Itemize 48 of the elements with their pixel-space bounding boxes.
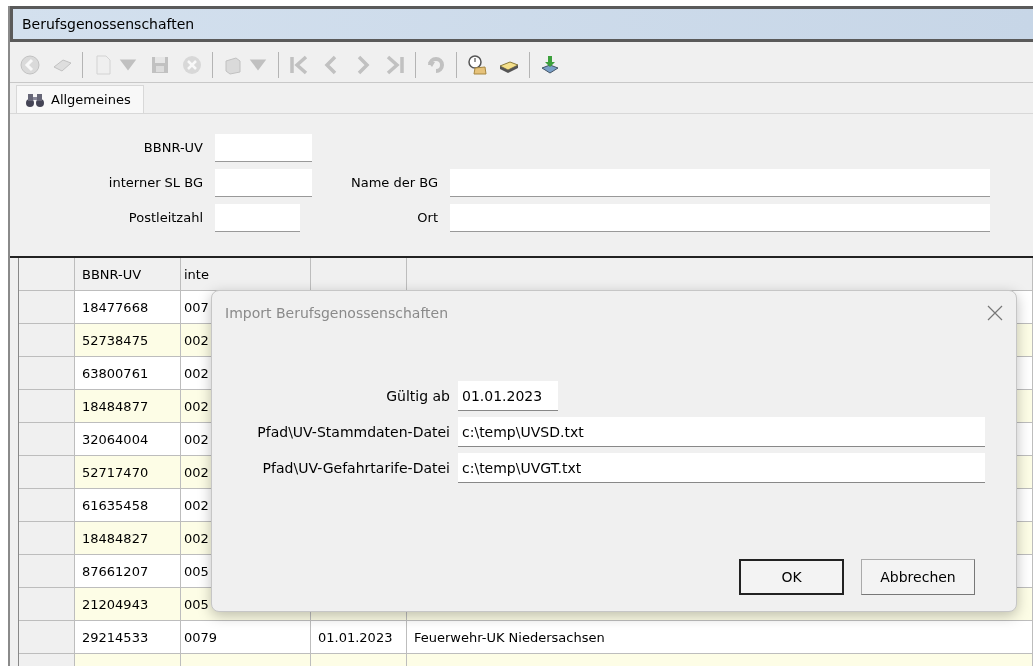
last-record-icon bbox=[384, 54, 406, 76]
row-header[interactable] bbox=[19, 555, 75, 588]
row-header[interactable] bbox=[19, 357, 75, 390]
input-field[interactable] bbox=[215, 133, 312, 162]
stopwatch-icon bbox=[466, 54, 488, 76]
field-label: Name der BG bbox=[350, 175, 439, 190]
corner-header bbox=[19, 258, 75, 291]
download-tray-icon bbox=[539, 54, 561, 76]
row-header[interactable] bbox=[19, 588, 75, 621]
printer-icon bbox=[222, 54, 244, 76]
ok-button[interactable]: OK bbox=[739, 559, 844, 595]
input-field[interactable] bbox=[450, 168, 990, 197]
row-header[interactable] bbox=[19, 522, 75, 555]
column-header[interactable] bbox=[407, 258, 1033, 291]
input-field[interactable]: c:\temp\UVGT.txt bbox=[458, 453, 985, 483]
row-header[interactable] bbox=[19, 291, 75, 324]
tab[interactable]: Allgemeines bbox=[16, 85, 144, 113]
table-cell: 52717470 bbox=[75, 456, 181, 489]
row-header[interactable] bbox=[19, 423, 75, 456]
cancel-icon bbox=[181, 54, 203, 76]
table-cell: 18484827 bbox=[75, 522, 181, 555]
row-header[interactable] bbox=[19, 489, 75, 522]
field-label: interner SL BG bbox=[107, 175, 204, 190]
binoculars-icon bbox=[25, 91, 45, 108]
field-label: Postleitzahl bbox=[127, 210, 204, 225]
table-cell: 18484877 bbox=[75, 390, 181, 423]
refresh-icon bbox=[425, 54, 447, 76]
field-label: Ort bbox=[416, 210, 439, 225]
column-header[interactable] bbox=[311, 258, 407, 291]
input-field[interactable] bbox=[215, 168, 312, 197]
column-header[interactable]: BBNR-UV bbox=[75, 258, 181, 291]
table-cell: 21204943 bbox=[75, 588, 181, 621]
column-header[interactable]: inte bbox=[181, 258, 311, 291]
first-record-icon bbox=[288, 54, 310, 76]
row-header[interactable] bbox=[19, 390, 75, 423]
row-header[interactable] bbox=[19, 621, 75, 654]
row-header[interactable] bbox=[19, 324, 75, 357]
input-field[interactable]: c:\temp\UVSD.txt bbox=[458, 417, 985, 447]
window-title: Berufsgenossenschaften bbox=[10, 6, 1033, 42]
table-cell: 52738475 bbox=[75, 324, 181, 357]
field-label: Gültig ab bbox=[385, 388, 451, 404]
row-header[interactable] bbox=[19, 456, 75, 489]
close-icon[interactable] bbox=[986, 304, 1004, 322]
input-field[interactable] bbox=[450, 203, 990, 232]
field-label: BBNR-UV bbox=[142, 140, 204, 155]
cancel-button[interactable]: Abbrechen bbox=[861, 559, 975, 595]
input-field[interactable] bbox=[215, 203, 300, 232]
input-field[interactable]: 01.01.2023 bbox=[458, 381, 558, 411]
